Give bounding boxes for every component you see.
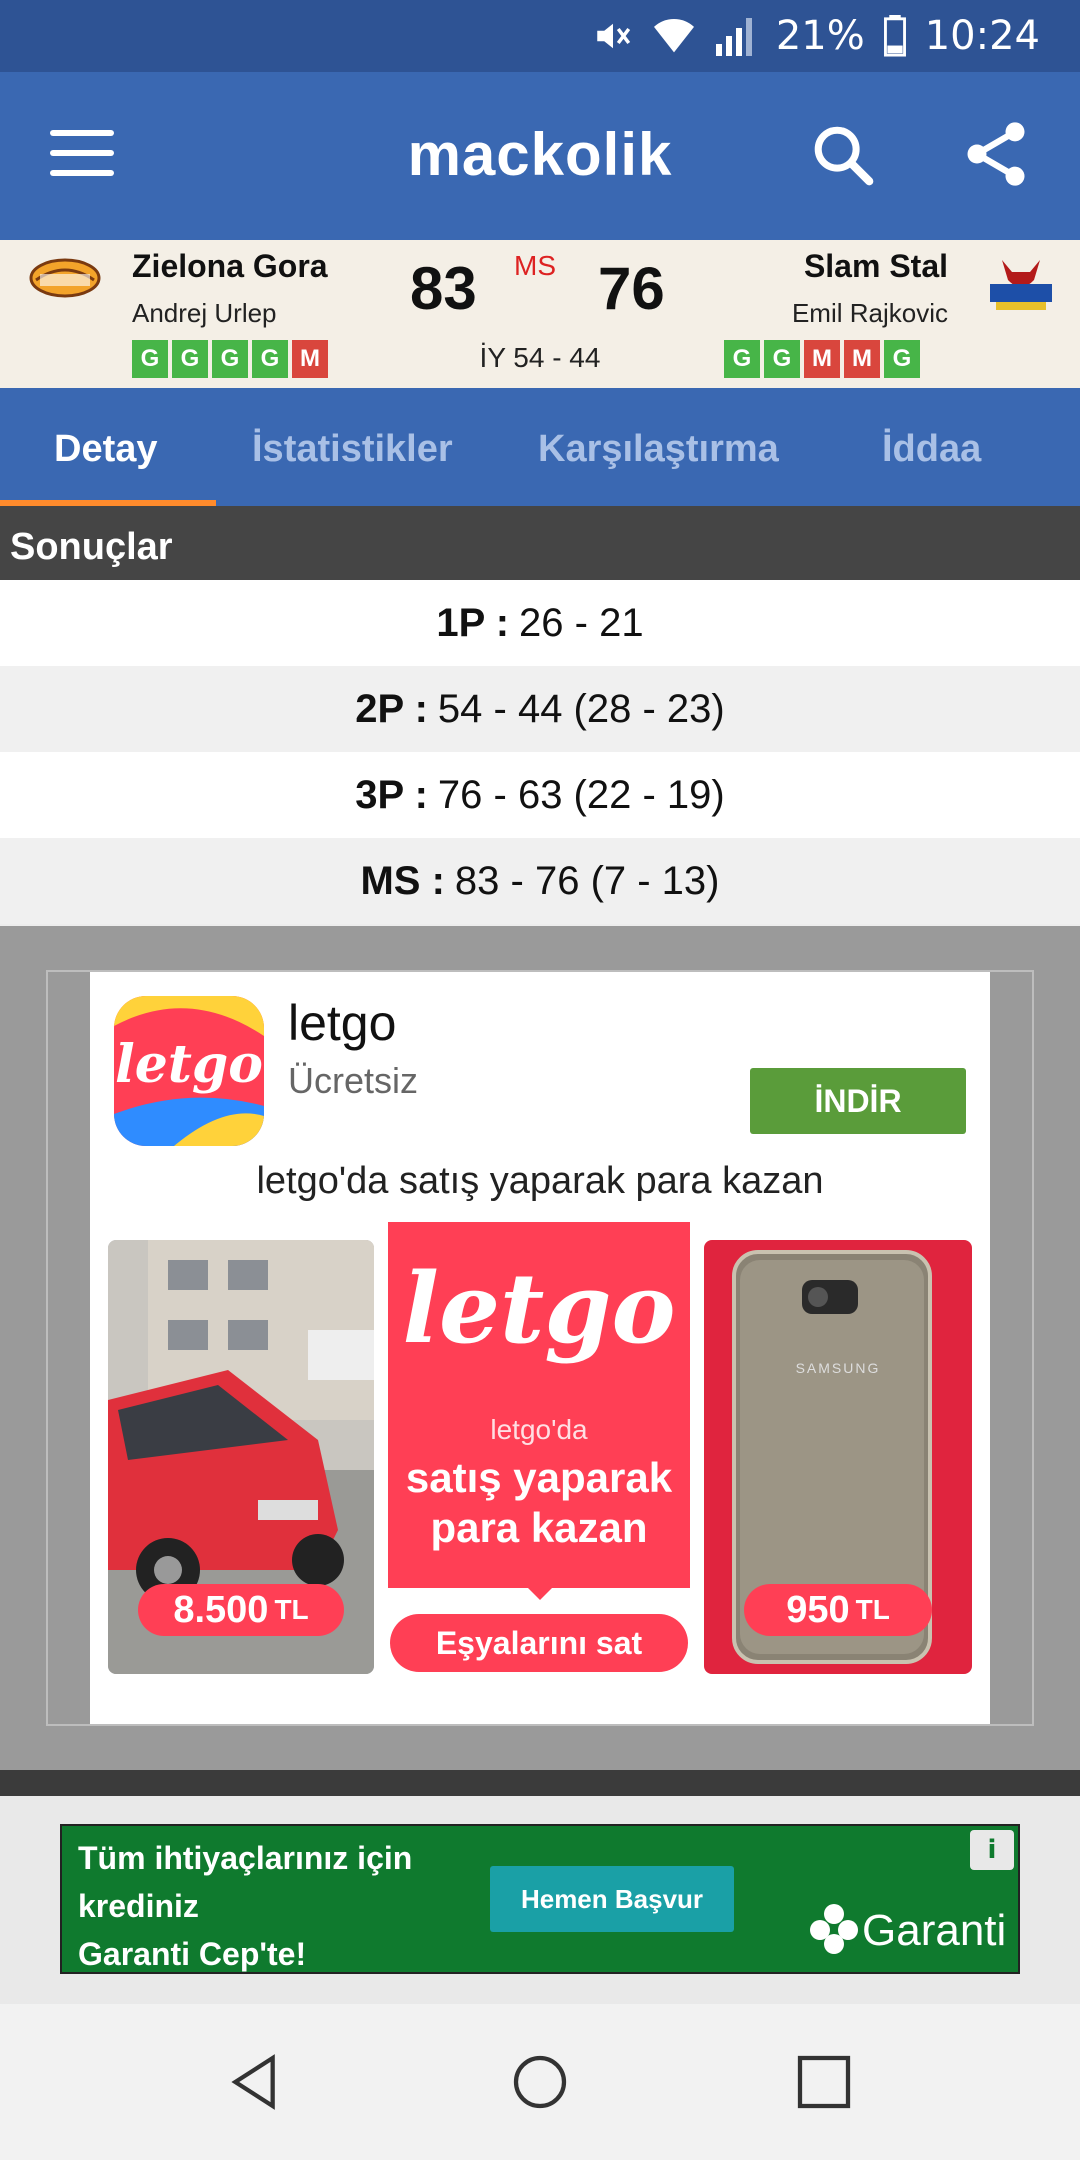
signal-icon bbox=[714, 16, 758, 56]
promo-line2: satış yaparak bbox=[405, 1454, 673, 1501]
period-score: 83 - 76 (7 - 13) bbox=[454, 858, 720, 903]
match-header[interactable]: Zielona Gora Andrej Urlep G G G G M 83 M… bbox=[0, 240, 1080, 388]
form-badge: M bbox=[804, 340, 840, 378]
ad-app-price: Ücretsiz bbox=[288, 1060, 419, 1101]
tab-bar: Detay İstatistikler Karşılaştırma İddaa bbox=[0, 388, 1080, 506]
ad-info-icon[interactable]: i bbox=[970, 1830, 1014, 1870]
battery-icon bbox=[883, 15, 907, 57]
phone-listing-image[interactable]: SAMSUNG 950 TL bbox=[704, 1240, 972, 1674]
form-badge: G bbox=[724, 340, 760, 378]
halftime-score: İY 54 - 44 bbox=[479, 342, 601, 373]
app-bar: mackolik bbox=[0, 72, 1080, 240]
letgo-icon-text: letgo bbox=[115, 1034, 263, 1095]
home-score: 83 bbox=[410, 255, 477, 322]
install-button[interactable]: İNDİR bbox=[750, 1068, 966, 1134]
away-team-name: Slam Stal bbox=[803, 248, 948, 284]
currency: TL bbox=[274, 1594, 309, 1625]
home-team-logo bbox=[26, 250, 104, 320]
sell-items-button[interactable]: Eşyalarını sat bbox=[390, 1614, 688, 1672]
car-listing-image[interactable]: 8.500 TL bbox=[108, 1240, 374, 1674]
home-team-form: G G G G M bbox=[132, 340, 328, 378]
form-badge: G bbox=[764, 340, 800, 378]
away-score: 76 bbox=[598, 255, 665, 322]
home-icon bbox=[513, 2055, 567, 2109]
period-label: 1P : bbox=[436, 600, 510, 645]
home-team-coach: Andrej Urlep bbox=[132, 298, 277, 328]
period-row: 3P :76 - 63 (22 - 19) bbox=[0, 752, 1080, 838]
home-team-name: Zielona Gora bbox=[132, 248, 328, 284]
match-status: MS bbox=[514, 250, 556, 281]
period-label: 2P : bbox=[355, 686, 428, 731]
search-icon bbox=[814, 126, 874, 186]
letgo-promo[interactable]: letgo letgo'da satış yaparak para kazan … bbox=[388, 1222, 690, 1674]
banner-text: Tüm ihtiyaçlarınız için krediniz Garanti… bbox=[78, 1834, 412, 1978]
tab-karsilastirma[interactable]: Karşılaştırma bbox=[538, 428, 779, 471]
clover-icon bbox=[810, 1902, 858, 1962]
garanti-brand: Garanti bbox=[862, 1906, 1007, 1955]
wifi-icon bbox=[652, 16, 696, 56]
form-badge: G bbox=[132, 340, 168, 378]
tab-istatistikler[interactable]: İstatistikler bbox=[252, 428, 453, 471]
promo-line3: para kazan bbox=[430, 1504, 648, 1551]
period-row: 2P :54 - 44 (28 - 23) bbox=[0, 666, 1080, 752]
banner-line3: Garanti Cep'te! bbox=[78, 1936, 307, 1972]
away-team-form: G G M M G bbox=[724, 340, 920, 378]
form-badge: G bbox=[212, 340, 248, 378]
away-team-coach: Emil Rajkovic bbox=[791, 298, 948, 328]
letgo-app-icon[interactable]: letgo bbox=[114, 996, 264, 1146]
banner-line1: Tüm ihtiyaçlarınız için bbox=[78, 1840, 413, 1876]
period-row: 1P :26 - 21 bbox=[0, 580, 1080, 666]
ad-app-name: letgo bbox=[288, 995, 397, 1051]
period-score: 54 - 44 (28 - 23) bbox=[437, 686, 725, 731]
ad-tagline: letgo'da satış yaparak para kazan bbox=[256, 1160, 824, 1202]
mute-icon bbox=[592, 15, 634, 57]
phone-price-badge: 950 TL bbox=[744, 1584, 932, 1636]
phone-brand: SAMSUNG bbox=[795, 1360, 881, 1376]
recents-icon bbox=[797, 2055, 851, 2109]
app-title: mackolik bbox=[407, 121, 673, 188]
tab-iddaa[interactable]: İddaa bbox=[882, 428, 981, 471]
apply-now-button[interactable]: Hemen Başvur bbox=[490, 1866, 734, 1932]
garanti-banner-ad[interactable]: Tüm ihtiyaçlarınız için krediniz Garanti… bbox=[60, 1824, 1020, 1974]
form-badge: M bbox=[292, 340, 328, 378]
currency: TL bbox=[855, 1594, 890, 1625]
search-button[interactable] bbox=[808, 120, 878, 190]
form-badge: G bbox=[252, 340, 288, 378]
clock: 10:24 bbox=[924, 13, 1040, 59]
period-row: MS :83 - 76 (7 - 13) bbox=[0, 838, 1080, 924]
section-divider bbox=[0, 1770, 1080, 1796]
home-button[interactable] bbox=[508, 2050, 572, 2114]
away-team-logo bbox=[982, 250, 1060, 320]
promo-line1: letgo'da bbox=[490, 1414, 588, 1445]
form-badge: G bbox=[172, 340, 208, 378]
promo-logo: letgo bbox=[402, 1252, 676, 1365]
period-label: 3P : bbox=[355, 772, 428, 817]
status-bar: 21% 10:24 bbox=[0, 0, 1080, 72]
car-price-badge: 8.500 TL bbox=[138, 1584, 344, 1636]
battery-percent: 21% bbox=[775, 13, 865, 59]
tab-detay[interactable]: Detay bbox=[54, 428, 158, 471]
recents-button[interactable] bbox=[792, 2050, 856, 2114]
results-header: Sonuçlar bbox=[0, 506, 1080, 580]
car-price: 8.500 bbox=[173, 1588, 269, 1631]
share-button[interactable] bbox=[958, 116, 1034, 192]
banner-line2: krediniz bbox=[78, 1888, 199, 1924]
period-label: MS : bbox=[360, 858, 445, 903]
share-icon bbox=[967, 122, 1025, 186]
back-icon bbox=[231, 2054, 275, 2110]
form-badge: G bbox=[884, 340, 920, 378]
promo-pointer bbox=[524, 1584, 556, 1600]
period-score: 76 - 63 (22 - 19) bbox=[437, 772, 725, 817]
phone-price: 950 bbox=[786, 1588, 850, 1631]
form-badge: M bbox=[844, 340, 880, 378]
back-button[interactable] bbox=[222, 2050, 286, 2114]
system-nav-bar bbox=[0, 2004, 1080, 2160]
period-score: 26 - 21 bbox=[519, 600, 644, 645]
